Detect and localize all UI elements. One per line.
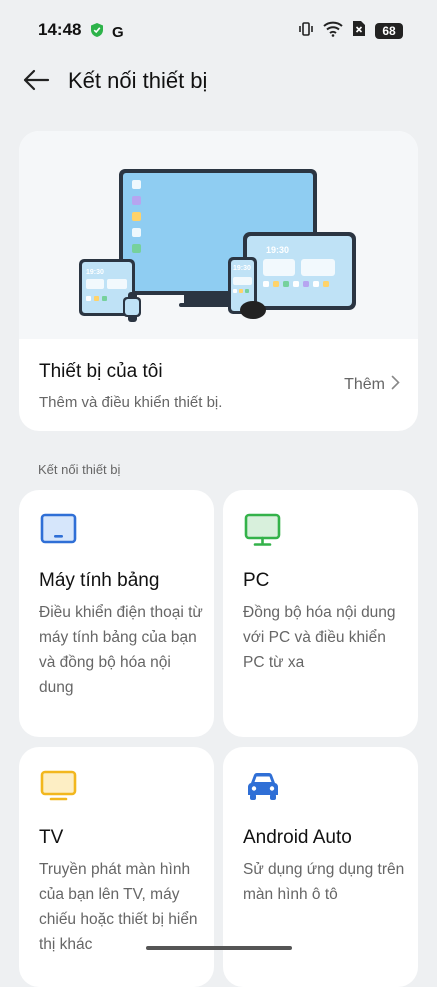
shield-icon <box>90 22 104 43</box>
page-title: Kết nối thiết bị <box>68 68 208 93</box>
pc-tile[interactable]: PC Đồng bộ hóa nội dung với PC và điều k… <box>223 490 418 737</box>
add-device-link[interactable]: Thêm <box>344 375 400 395</box>
android-auto-tile-desc: Sử dụng ứng dụng trên màn hình ô tô <box>243 861 405 903</box>
devices-illustration: 19:30 19:30 19:30 <box>19 131 418 339</box>
my-devices-card: 19:30 19:30 19:30 Thiết bị của tôi Thêm … <box>19 131 418 431</box>
tablet-clock: 19:30 <box>266 245 289 255</box>
pc-tile-title: PC <box>243 570 270 591</box>
android-auto-tile[interactable]: Android Auto Sử dụng ứng dụng trên màn h… <box>223 747 418 987</box>
back-button[interactable] <box>16 64 56 100</box>
pc-tile-desc: Đồng bộ hóa nội dung với PC và điều khiể… <box>243 604 396 671</box>
phone-clock: 19:30 <box>233 265 251 272</box>
vibrate-icon <box>298 21 314 42</box>
tablet-tile-title: Máy tính bảng <box>39 570 160 591</box>
arrow-left-icon <box>22 69 50 96</box>
tablet-icon <box>39 512 79 548</box>
no-sim-icon <box>352 20 366 42</box>
tv-icon <box>39 769 79 805</box>
status-time: 14:48 <box>38 20 82 39</box>
monitor-icon <box>243 512 283 548</box>
battery-indicator: 68 <box>375 23 403 39</box>
app-header: Kết nối thiết bị <box>0 58 437 108</box>
section-label: Kết nối thiết bị <box>38 462 121 477</box>
add-device-label: Thêm <box>344 376 385 393</box>
car-icon <box>243 769 283 805</box>
chevron-right-icon <box>391 375 400 395</box>
android-auto-tile-title: Android Auto <box>243 827 352 848</box>
my-devices-subtitle: Thêm và điều khiển thiết bị. <box>39 394 223 411</box>
small-tablet-clock: 19:30 <box>86 269 104 276</box>
tv-tile-title: TV <box>39 827 64 848</box>
my-devices-row[interactable]: Thiết bị của tôi Thêm và điều khiển thiế… <box>19 339 418 431</box>
tablet-tile[interactable]: Máy tính bảng Điều khiển điện thoại từ m… <box>19 490 214 737</box>
status-bar: 14:48 G 68 <box>0 0 437 58</box>
tv-tile-desc: Truyền phát màn hình của bạn lên TV, máy… <box>39 861 198 953</box>
wifi-icon <box>323 21 343 42</box>
my-devices-title: Thiết bị của tôi <box>39 361 163 382</box>
tablet-tile-desc: Điều khiển điện thoại từ máy tính bảng c… <box>39 604 203 696</box>
tv-tile[interactable]: TV Truyền phát màn hình của bạn lên TV, … <box>19 747 214 987</box>
google-icon: G <box>112 24 124 41</box>
home-indicator[interactable] <box>146 946 292 950</box>
